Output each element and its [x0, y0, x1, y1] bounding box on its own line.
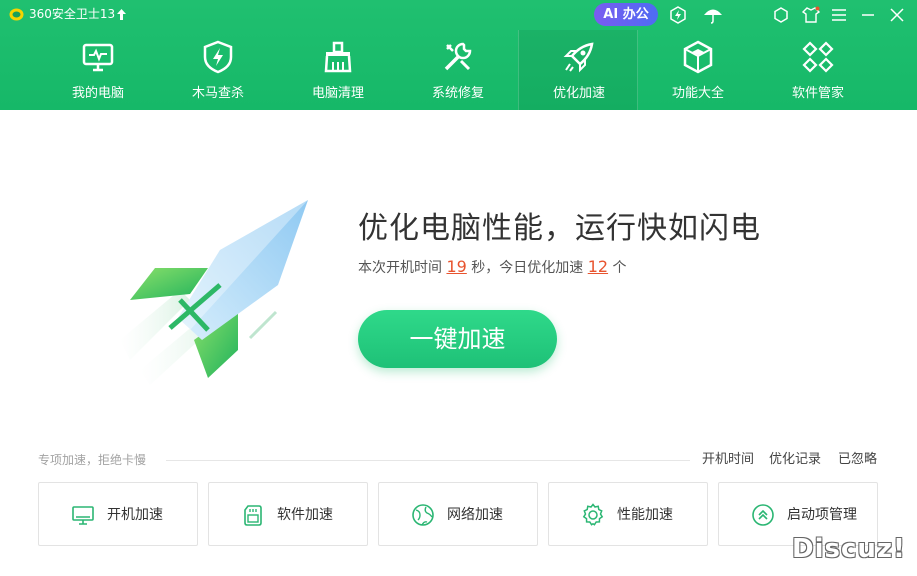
gear-icon	[582, 503, 604, 526]
stats-prefix: 本次开机时间	[358, 260, 447, 276]
main-nav: 我的电脑 木马查杀 电脑清理 系统修复 优化加速 功能大全 软件管家	[0, 30, 917, 110]
nav-item-software-manager[interactable]: 软件管家	[758, 30, 878, 110]
card-software-boost[interactable]: 软件加速	[208, 482, 368, 546]
hero-title: 优化电脑性能，运行快如闪电	[358, 211, 761, 246]
shield-bolt-icon	[203, 40, 233, 74]
rocket-icon	[563, 42, 594, 73]
card-label: 性能加速	[617, 507, 673, 523]
watermark: Discuz!	[792, 534, 906, 564]
globe-icon	[412, 504, 434, 526]
nav-item-system-repair[interactable]: 系统修复	[398, 30, 518, 110]
apps-icon	[802, 41, 834, 73]
card-boot-boost[interactable]: 开机加速	[38, 482, 198, 546]
card-label: 网络加速	[447, 507, 503, 523]
section-label: 专项加速，拒绝卡慢	[38, 453, 147, 467]
nav-label: 功能大全	[671, 86, 724, 101]
settings-icon[interactable]	[772, 6, 790, 24]
minimize-icon[interactable]	[859, 6, 877, 24]
stats-middle: 秒，今日优化加速	[466, 260, 588, 276]
update-arrow-icon[interactable]	[116, 8, 127, 21]
card-label: 启动项管理	[787, 507, 857, 523]
app-header: 360安全卫士13 AI 办公 我的电脑 木马查杀 电脑清理 系统修复 优化加速…	[0, 0, 917, 110]
shield-badge-icon[interactable]	[669, 6, 687, 24]
menu-icon[interactable]	[830, 6, 848, 24]
cube-icon	[683, 40, 713, 74]
optimize-history-link[interactable]: 优化记录	[769, 452, 821, 468]
hero-stats: 本次开机时间 19 秒，今日优化加速 12 个	[358, 258, 627, 277]
boot-time-link[interactable]: 开机时间	[702, 452, 754, 468]
chevron-up-circle-icon	[752, 504, 774, 526]
app-title: 360安全卫士13	[29, 7, 116, 21]
ignored-link[interactable]: 已忽略	[838, 452, 877, 468]
nav-item-cleanup[interactable]: 电脑清理	[278, 30, 398, 110]
monitor-outline-icon	[72, 506, 94, 525]
nav-label: 优化加速	[552, 86, 605, 101]
wrench-icon	[444, 42, 472, 71]
nav-item-optimize[interactable]: 优化加速	[518, 30, 638, 110]
card-label: 开机加速	[107, 507, 163, 523]
nav-label: 电脑清理	[311, 86, 364, 101]
app-logo-icon	[9, 8, 24, 21]
one-click-boost-button[interactable]: 一键加速	[358, 310, 557, 368]
boot-time-value[interactable]: 19	[446, 257, 466, 276]
card-label: 软件加速	[277, 507, 333, 523]
nav-label: 我的电脑	[71, 86, 124, 101]
nav-item-trojan-scan[interactable]: 木马查杀	[158, 30, 278, 110]
card-performance-boost[interactable]: 性能加速	[548, 482, 708, 546]
close-icon[interactable]	[888, 6, 906, 24]
broom-icon	[324, 41, 352, 73]
nav-label: 木马查杀	[191, 86, 244, 101]
nav-item-features[interactable]: 功能大全	[638, 30, 758, 110]
nav-label: 系统修复	[431, 86, 484, 101]
nav-label: 软件管家	[791, 86, 844, 101]
section-divider	[166, 460, 690, 461]
title-bar: 360安全卫士13 AI 办公	[0, 0, 917, 30]
ai-office-button[interactable]: AI 办公	[594, 3, 658, 26]
skin-icon[interactable]	[802, 6, 820, 24]
rocket-illustration	[120, 200, 308, 385]
monitor-icon	[82, 43, 114, 72]
nav-item-my-computer[interactable]: 我的电脑	[38, 30, 158, 110]
sdcard-icon	[244, 505, 262, 526]
optimized-count-value[interactable]: 12	[588, 257, 608, 276]
umbrella-icon[interactable]	[703, 6, 723, 24]
stats-suffix: 个	[608, 260, 627, 276]
card-network-boost[interactable]: 网络加速	[378, 482, 538, 546]
